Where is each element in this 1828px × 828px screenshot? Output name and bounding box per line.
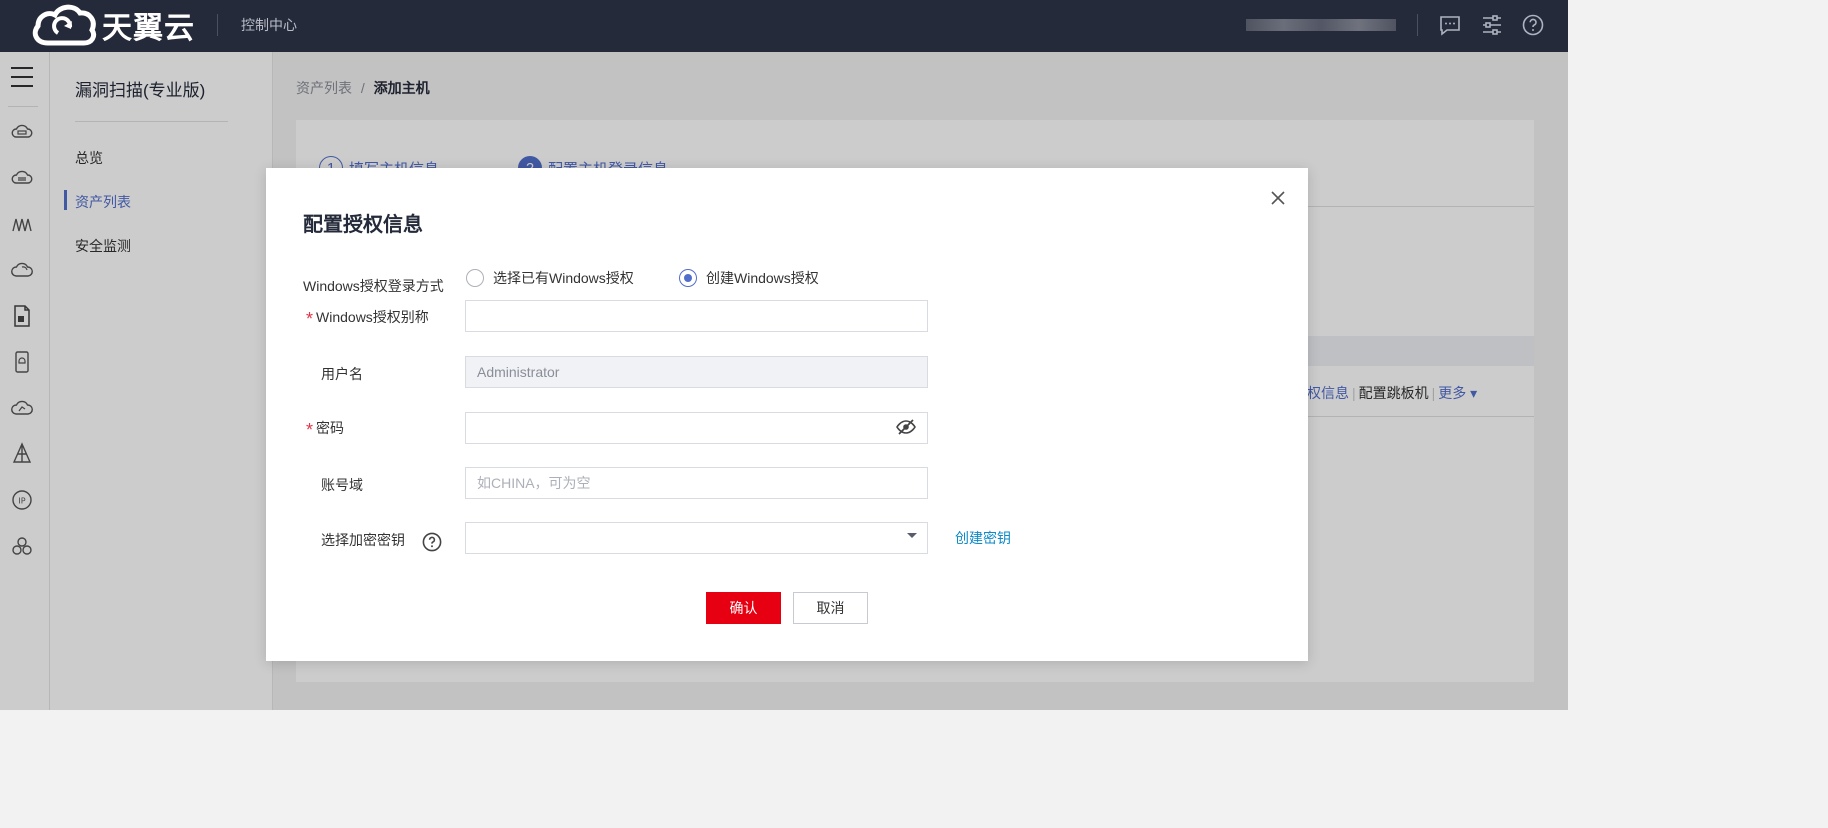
console-link[interactable]: 控制中心 [241,15,297,35]
confirm-button[interactable]: 确认 [706,592,781,624]
alias-input[interactable] [465,300,928,332]
close-icon[interactable] [1268,188,1288,208]
domain-label: 账号域 [321,477,363,493]
cancel-button[interactable]: 取消 [793,592,868,624]
cloud-logo-icon [32,4,97,46]
required-mark: * [306,309,314,329]
login-mode-label: Windows授权登录方式 [303,278,444,294]
radio-existing-label: 选择已有Windows授权 [493,270,634,286]
encryption-key-select[interactable] [465,522,928,554]
radio-create-auth[interactable]: 创建Windows授权 [679,268,819,288]
message-icon[interactable] [1438,13,1462,37]
header-divider [217,14,218,36]
radio-circle[interactable] [466,269,484,287]
header-divider [1417,14,1418,36]
user-account-name-blurred[interactable] [1246,19,1396,31]
help-icon[interactable] [1521,13,1545,37]
radio-circle-selected[interactable] [679,269,697,287]
settings-sliders-icon[interactable] [1480,13,1504,37]
password-input[interactable] [465,412,928,444]
dialog-title: 配置授权信息 [303,214,423,236]
encryption-key-label: 选择加密密钥 [321,532,405,548]
auth-config-dialog: 配置授权信息 Windows授权登录方式 选择已有Windows授权 创建Win… [266,168,1308,661]
eye-hidden-icon[interactable] [896,417,916,437]
radio-create-label: 创建Windows授权 [706,270,819,286]
create-key-link[interactable]: 创建密钥 [955,528,1011,548]
question-circle-icon[interactable] [422,532,442,552]
radio-existing-auth[interactable]: 选择已有Windows授权 [466,268,634,288]
domain-input[interactable] [465,467,928,499]
chevron-down-icon[interactable] [907,533,917,538]
alias-label: * Windows授权别称 [306,309,429,329]
top-header: 天翼云 控制中心 [0,0,1568,52]
username-input [465,356,928,388]
logo-text: 天翼云 [102,12,195,45]
logo[interactable]: 天翼云 [30,2,195,48]
password-label: * 密码 [306,420,345,440]
required-mark: * [306,420,314,440]
username-label: 用户名 [321,366,363,382]
